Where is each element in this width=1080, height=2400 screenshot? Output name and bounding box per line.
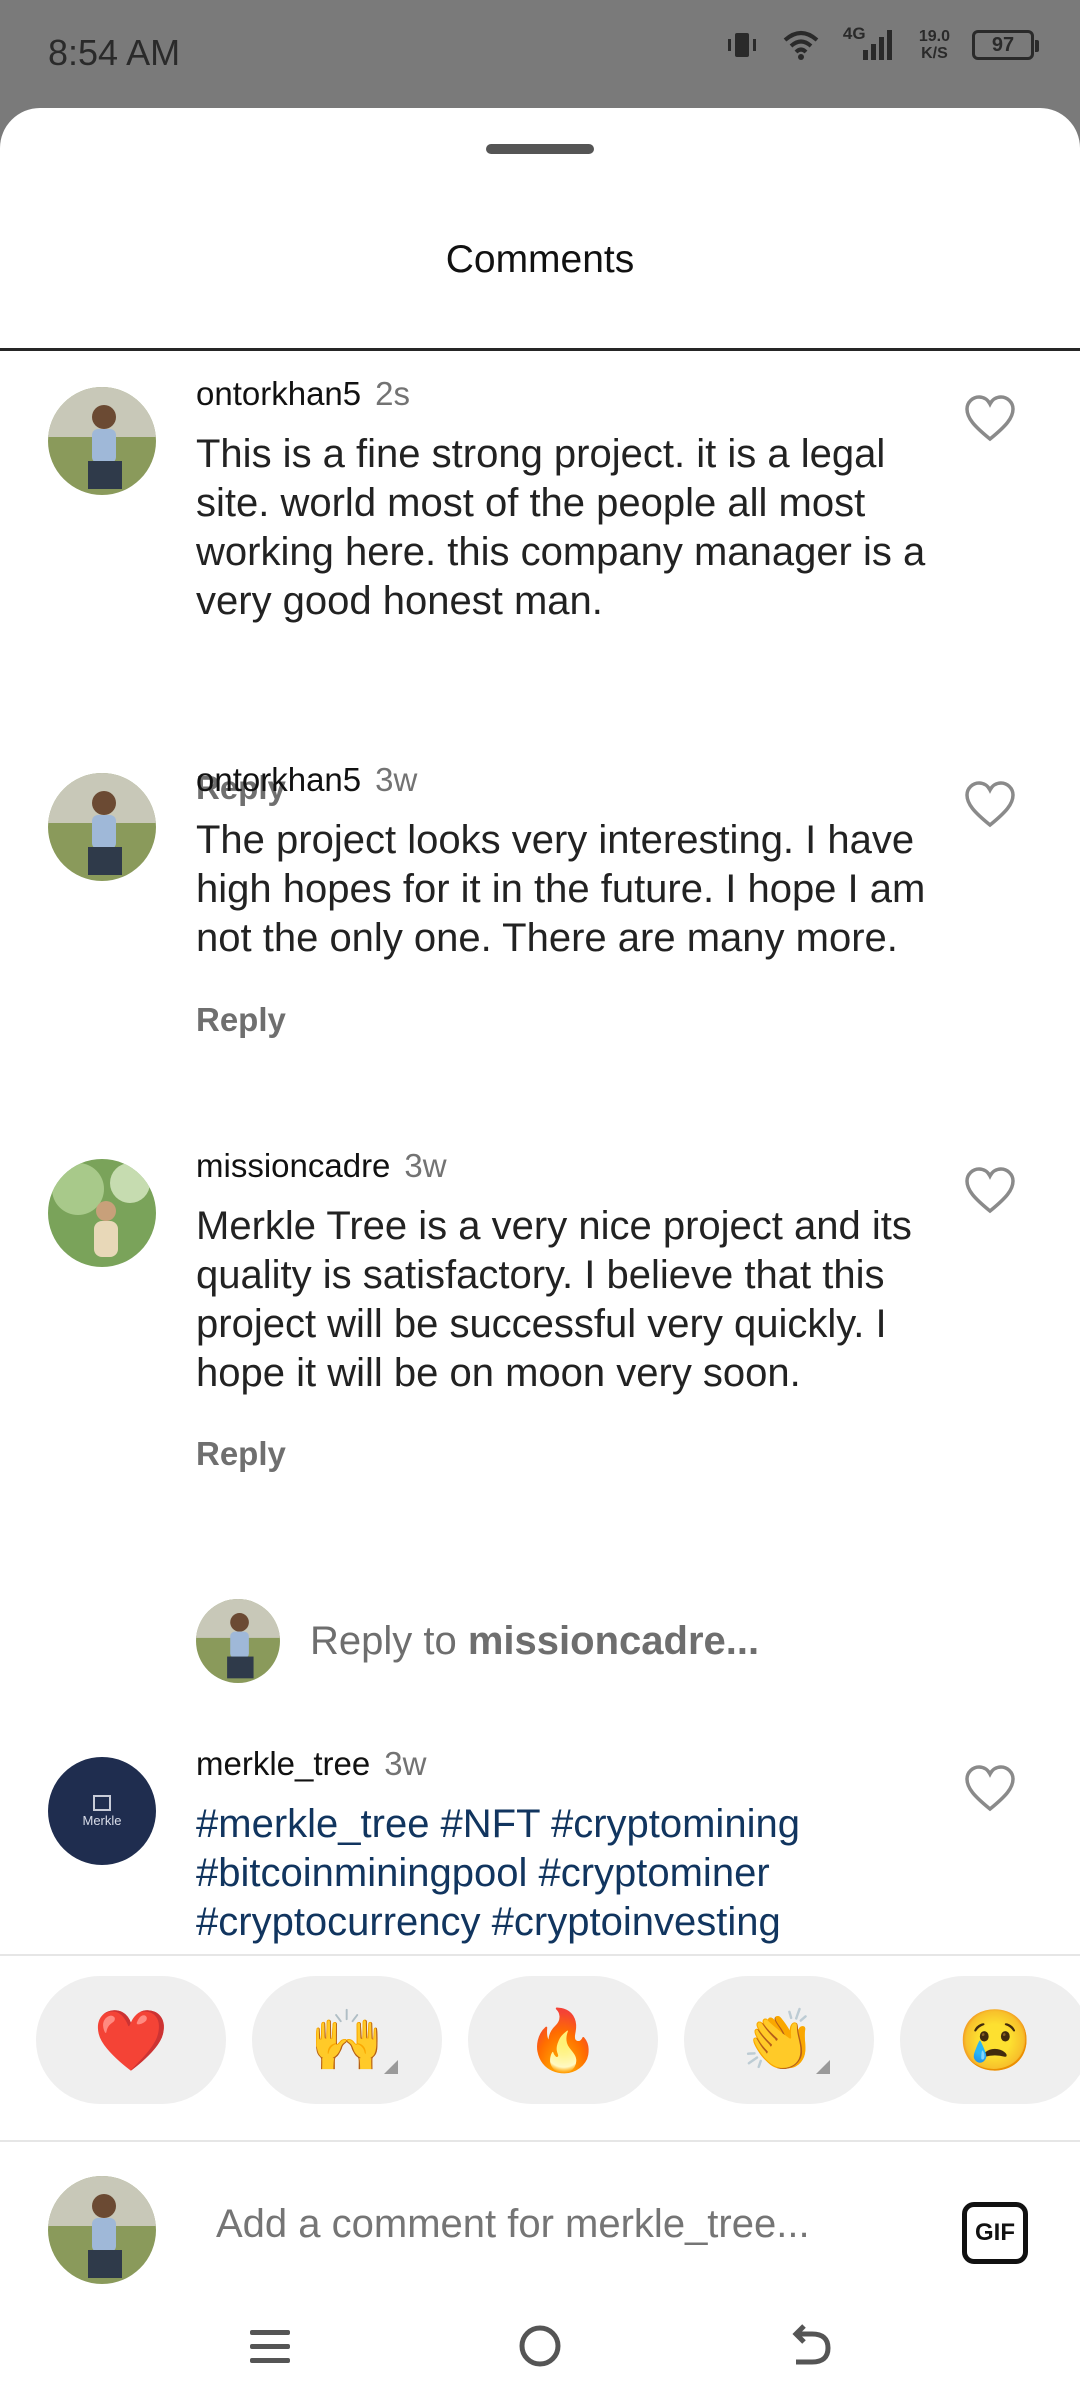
tree-logo-icon	[92, 1794, 111, 1811]
comment-username[interactable]: missioncadre	[196, 1147, 390, 1184]
comment-username[interactable]: merkle_tree	[196, 1745, 370, 1782]
comment-time: 3w	[375, 761, 418, 798]
heart-icon[interactable]	[964, 781, 1016, 829]
skin-tone-indicator	[384, 2060, 398, 2074]
comment-time: 3w	[404, 1147, 447, 1184]
system-nav-bar	[0, 2292, 1080, 2400]
home-icon[interactable]	[510, 2318, 570, 2374]
comment-time: 3w	[384, 1745, 427, 1782]
skin-tone-indicator	[816, 2060, 830, 2074]
reply-button[interactable]: Reply	[196, 1435, 286, 1473]
crying-face-emoji: 😢	[957, 2006, 1033, 2074]
comment-text: This is a fine strong project. it is a l…	[196, 432, 926, 623]
cell-signal-icon: 4G	[843, 24, 897, 62]
comment-hashtags[interactable]: #merkle_tree #NFT #cryptomining #bitcoin…	[196, 1800, 936, 1947]
status-bar: 8:54 AM 4G 19.0 K/S 97	[0, 0, 1080, 108]
heart-icon[interactable]	[964, 1167, 1016, 1215]
emoji-button-raising-hands[interactable]: 🙌	[252, 1976, 442, 2104]
sheet-title: Comments	[445, 238, 635, 281]
avatar[interactable]	[48, 1159, 156, 1267]
emoji-button-heart[interactable]: ❤️	[36, 1976, 226, 2104]
emoji-button-clapping[interactable]: 👏	[684, 1976, 874, 2104]
comment-item: ontorkhan5 2s This is a fine strong proje…	[0, 351, 1080, 806]
battery-icon: 97	[972, 30, 1039, 60]
comment-header: missioncadre 3w	[196, 1147, 447, 1185]
comment-list[interactable]: ontorkhan5 2s This is a fine strong proje…	[0, 351, 1080, 2061]
avatar[interactable]	[48, 387, 156, 495]
comment-header: merkle_tree 3w	[196, 1745, 426, 1783]
comment-composer: GIF	[0, 2140, 1080, 2284]
red-heart-emoji: ❤️	[93, 2006, 169, 2074]
comment-time: 2s	[375, 375, 410, 412]
gif-button[interactable]: GIF	[962, 2202, 1028, 2264]
comment-item: missioncadre 3w Merkle Tree is a very nic…	[0, 1123, 1080, 1543]
merkle-logo-avatar[interactable]: Merkle	[48, 1757, 156, 1865]
comment-text: The project looks very interesting. I ha…	[196, 818, 926, 960]
raising-hands-emoji: 🙌	[309, 2006, 385, 2074]
wifi-icon	[783, 31, 819, 60]
reply-prompt[interactable]: Reply to missioncadre...	[310, 1619, 759, 1664]
comment-text: Merkle Tree is a very nice project and i…	[196, 1204, 912, 1395]
emoji-button-crying[interactable]: 😢	[900, 1976, 1080, 2104]
comment-item: ontorkhan5 3w The project looks very inte…	[0, 737, 1080, 1117]
reply-button[interactable]: Reply	[196, 1001, 286, 1039]
comment-username[interactable]: ontorkhan5	[196, 375, 361, 412]
comment-header: ontorkhan5 2s	[196, 375, 410, 413]
back-icon[interactable]	[780, 2318, 840, 2374]
comment-username[interactable]: ontorkhan5	[196, 761, 361, 798]
comment-input[interactable]	[216, 2202, 896, 2247]
user-avatar	[48, 2176, 156, 2284]
status-icons: 4G 19.0 K/S 97	[725, 24, 1039, 62]
reply-avatar	[196, 1599, 280, 1683]
net-speed: 19.0 K/S	[918, 28, 950, 62]
heart-icon[interactable]	[964, 395, 1016, 443]
emoji-reaction-bar: ❤️ 🙌 🔥 👏 😢	[0, 1954, 1080, 2142]
comments-sheet: Comments ontorkhan5 2s This is a fine str…	[0, 108, 1080, 2400]
drag-handle[interactable]	[486, 144, 594, 154]
comment-header: ontorkhan5 3w	[196, 761, 417, 799]
clapping-hands-emoji: 👏	[741, 2006, 817, 2074]
emoji-button-fire[interactable]: 🔥	[468, 1976, 658, 2104]
fire-emoji: 🔥	[525, 2006, 601, 2074]
menu-icon[interactable]	[240, 2318, 300, 2374]
reply-prompt-row[interactable]: Reply to missioncadre...	[0, 1595, 1080, 1695]
vibrate-icon	[727, 33, 756, 57]
heart-icon[interactable]	[964, 1765, 1016, 1813]
status-time: 8:54 AM	[48, 32, 181, 73]
avatar[interactable]	[48, 773, 156, 881]
